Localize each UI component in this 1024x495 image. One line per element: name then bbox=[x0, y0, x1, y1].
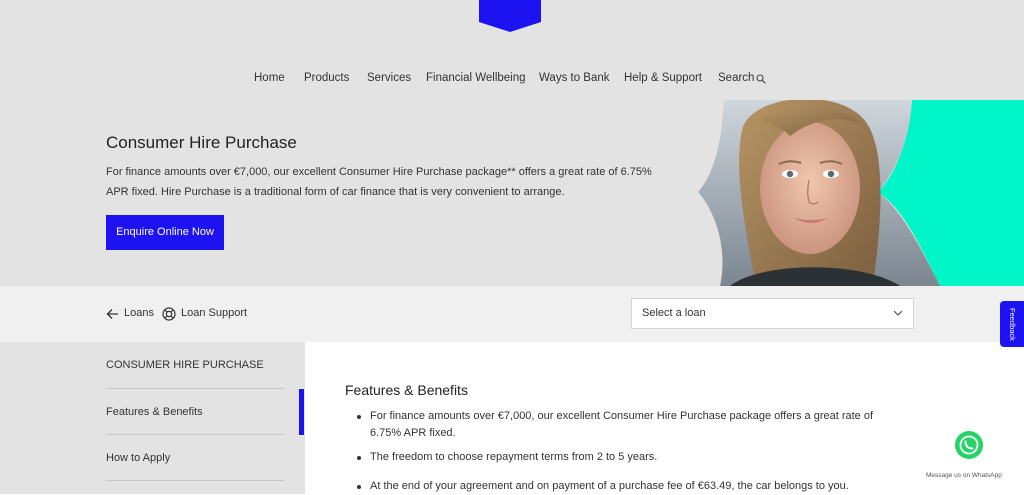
sidebar-divider bbox=[106, 434, 284, 435]
sidebar-item-how-to-apply[interactable]: How to Apply bbox=[106, 452, 284, 464]
nav-products[interactable]: Products bbox=[304, 72, 349, 84]
feedback-label: Feedback bbox=[1008, 307, 1017, 341]
active-indicator bbox=[299, 389, 304, 435]
nav-help-support[interactable]: Help & Support bbox=[624, 72, 702, 84]
nav-financial-wellbeing[interactable]: Financial Wellbeing bbox=[426, 72, 526, 84]
section-heading: Features & Benefits bbox=[345, 382, 468, 398]
bullet-dot bbox=[357, 456, 361, 460]
loan-select-value: Select a loan bbox=[642, 307, 706, 319]
nav-search[interactable]: Search bbox=[718, 72, 754, 84]
main-nav: Home Products Services Financial Wellbei… bbox=[0, 72, 1024, 88]
sidebar-divider bbox=[106, 480, 284, 481]
nav-home[interactable]: Home bbox=[254, 72, 285, 84]
back-link-label: Loans bbox=[124, 307, 154, 319]
feedback-tab[interactable]: Feedback bbox=[1000, 301, 1024, 347]
hero-image bbox=[698, 100, 1024, 286]
loan-support-label: Loan Support bbox=[181, 307, 248, 319]
bullet-dot bbox=[357, 485, 361, 489]
chevron-down-icon bbox=[893, 310, 903, 316]
page-header: Home Products Services Financial Wellbei… bbox=[0, 0, 1024, 286]
search-icon[interactable] bbox=[756, 74, 766, 84]
whatsapp-label: Message us on WhatsApp bbox=[926, 472, 1002, 479]
nav-services[interactable]: Services bbox=[367, 72, 411, 84]
section-sidebar: CONSUMER HIRE PURCHASE Features & Benefi… bbox=[0, 342, 305, 494]
list-item: For finance amounts over €7,000, our exc… bbox=[370, 410, 874, 439]
sidebar-item-consumer-hire-purchase[interactable]: CONSUMER HIRE PURCHASE bbox=[106, 359, 284, 371]
hero-description: For finance amounts over €7,000, our exc… bbox=[106, 166, 652, 198]
nav-ways-to-bank[interactable]: Ways to Bank bbox=[539, 72, 610, 84]
lifebuoy-icon bbox=[162, 307, 176, 321]
enquire-online-button[interactable]: Enquire Online Now bbox=[106, 215, 224, 250]
sidebar-item-features-benefits[interactable]: Features & Benefits bbox=[106, 406, 284, 418]
loan-subnav: Loans Loan Support Select a loan bbox=[0, 286, 1024, 342]
page-title: Consumer Hire Purchase bbox=[106, 133, 297, 152]
main-content: Features & Benefits For finance amounts … bbox=[305, 342, 1024, 494]
list-item: The freedom to choose repayment terms fr… bbox=[370, 451, 658, 463]
list-item: At the end of your agreement and on paym… bbox=[370, 480, 849, 492]
brand-logo[interactable] bbox=[479, 0, 541, 32]
arrow-left-icon bbox=[106, 309, 118, 319]
loan-select-dropdown[interactable]: Select a loan bbox=[631, 298, 914, 329]
whatsapp-icon[interactable] bbox=[954, 430, 984, 460]
bullet-dot bbox=[357, 415, 361, 419]
sidebar-divider bbox=[106, 388, 284, 389]
